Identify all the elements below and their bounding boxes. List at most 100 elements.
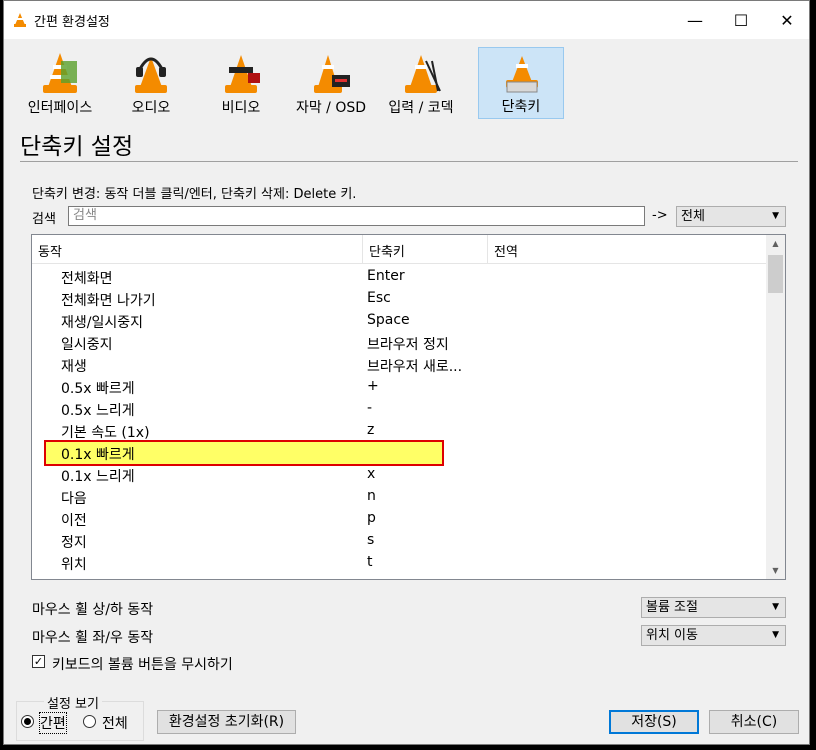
ignore-volume-keys-checkbox[interactable]: ✓ xyxy=(32,655,45,668)
table-row[interactable]: 재생 브라우저 새로... xyxy=(32,354,765,376)
hotkey-cell: Enter xyxy=(367,268,405,284)
action-cell: 전체화면 나가기 xyxy=(61,293,156,309)
action-cell: 0.1x 빠르게 xyxy=(61,447,135,463)
action-cell: 0.5x 빠르게 xyxy=(61,381,135,397)
wheel-leftright-select[interactable]: 위치 이동 ▼ xyxy=(641,625,786,646)
window-title: 간편 환경설정 xyxy=(34,15,110,30)
hotkey-cell: s xyxy=(367,532,375,548)
search-scope-value: 전체 xyxy=(681,209,705,224)
hint-text: 단축키 변경: 동작 더블 클릭/엔터, 단축키 삭제: Delete 키. xyxy=(32,187,357,202)
table-header: 동작 단축키 전역 xyxy=(32,235,767,264)
save-button[interactable]: 저장(S) xyxy=(609,710,699,734)
hotkey-cell: p xyxy=(367,510,376,526)
category-video[interactable]: 비디오 xyxy=(198,47,284,119)
interface-icon xyxy=(43,53,77,93)
hotkey-cell: 브라우저 정지 xyxy=(367,337,449,353)
table-row[interactable]: 0.1x 느리게 x xyxy=(32,464,765,486)
reset-preferences-button[interactable]: 환경설정 초기화(R) xyxy=(157,710,296,734)
action-cell: 이전 xyxy=(61,513,87,529)
all-radio-label[interactable]: 전체 xyxy=(102,713,128,733)
column-separator[interactable] xyxy=(487,235,488,263)
hotkey-table: 동작 단축키 전역 전체화면 Enter 전체화면 나가기 Esc 재생/일시중지 S… xyxy=(31,234,786,580)
table-row[interactable]: 이전 p xyxy=(32,508,765,530)
table-row[interactable]: 0.5x 빠르게 + xyxy=(32,376,765,398)
search-input[interactable]: 검색 xyxy=(68,206,645,226)
scrollbar-thumb[interactable] xyxy=(768,255,783,293)
hotkey-cell: z xyxy=(367,422,375,438)
wheel-leftright-value: 위치 이동 xyxy=(646,628,698,643)
audio-icon xyxy=(135,57,167,93)
hotkey-cell: t xyxy=(367,554,373,570)
action-cell: 정지 xyxy=(61,535,87,551)
action-cell: 기본 속도 (1x) xyxy=(61,425,150,441)
action-cell: 0.1x 느리게 xyxy=(61,469,135,485)
checkmark-icon: ✓ xyxy=(33,655,44,668)
maximize-button[interactable]: ☐ xyxy=(718,1,764,39)
column-header-global[interactable]: 전역 xyxy=(494,241,518,260)
action-cell: 전체화면 xyxy=(61,271,113,287)
action-cell: 위치 xyxy=(61,557,87,573)
show-settings-title: 설정 보기 xyxy=(44,693,102,712)
category-label: 오디오 xyxy=(131,100,171,116)
action-cell: 재생 xyxy=(61,359,87,375)
hotkey-cell: + xyxy=(367,378,379,394)
table-row-selected[interactable]: 0.1x 빠르게 xyxy=(44,440,444,466)
wheel-updown-select[interactable]: 볼륨 조절 ▼ xyxy=(641,597,786,618)
table-row[interactable]: 위치 t xyxy=(32,552,765,574)
all-radio[interactable] xyxy=(83,715,96,728)
minimize-icon: — xyxy=(687,10,703,30)
chevron-down-icon: ▼ xyxy=(772,211,779,221)
cancel-button[interactable]: 취소(C) xyxy=(709,710,799,734)
vertical-scrollbar[interactable]: ▲ ▼ xyxy=(766,235,785,579)
scroll-up-icon[interactable]: ▲ xyxy=(766,235,785,252)
minimize-button[interactable]: — xyxy=(672,1,718,39)
table-row[interactable]: 0.5x 느리게 - xyxy=(32,398,765,420)
category-label: 비디오 xyxy=(221,100,261,116)
vlc-cone-icon xyxy=(13,12,27,31)
hotkeys-icon xyxy=(506,56,538,93)
category-input-codecs[interactable]: 입력 / 코덱 xyxy=(378,47,464,119)
ignore-volume-keys-label: 키보드의 볼륨 버튼을 무시하기 xyxy=(52,657,233,673)
table-row[interactable]: 기본 속도 (1x) z xyxy=(32,420,765,442)
video-icon xyxy=(225,55,260,93)
category-interface[interactable]: 인터페이스 xyxy=(17,47,103,119)
table-row[interactable]: 전체화면 Enter xyxy=(32,266,765,288)
table-row[interactable]: 정지 s xyxy=(32,530,765,552)
simple-radio[interactable] xyxy=(21,715,34,728)
subtitles-icon xyxy=(314,55,350,93)
table-row[interactable]: 재생/일시중지 Space xyxy=(32,310,765,332)
search-scope-select[interactable]: 전체 ▼ xyxy=(676,206,786,227)
simple-radio-label[interactable]: 간편 xyxy=(39,712,67,734)
wheel-updown-label: 마우스 휠 상/하 동작 xyxy=(32,602,154,618)
category-subtitles[interactable]: 자막 / OSD xyxy=(288,47,374,119)
hotkey-cell: 브라우저 새로... xyxy=(367,359,463,375)
hotkey-cell: Space xyxy=(367,312,410,328)
category-label: 자막 / OSD xyxy=(295,100,367,116)
hotkey-cell: x xyxy=(367,466,376,482)
action-cell: 재생/일시중지 xyxy=(61,315,143,331)
column-separator[interactable] xyxy=(362,235,363,263)
close-button[interactable]: ✕ xyxy=(764,1,809,39)
input-codecs-icon xyxy=(405,55,441,93)
table-row[interactable]: 다음 n xyxy=(32,486,765,508)
category-label: 인터페이스 xyxy=(27,100,93,116)
category-hotkeys[interactable]: 단축키 xyxy=(478,47,564,119)
column-header-action[interactable]: 동작 xyxy=(38,241,62,260)
title-bar: 간편 환경설정 — ☐ ✕ xyxy=(4,1,809,39)
hotkey-cell: n xyxy=(367,488,376,504)
action-cell: 0.5x 느리게 xyxy=(61,403,135,419)
search-label: 검색 xyxy=(32,212,56,227)
maximize-icon: ☐ xyxy=(733,10,749,30)
table-row[interactable]: 전체화면 나가기 Esc xyxy=(32,288,765,310)
column-header-hotkey[interactable]: 단축키 xyxy=(369,241,405,260)
preferences-window: 간편 환경설정 — ☐ ✕ 인터페이스 오디오 비디오 자막 / OSD 입력 … xyxy=(3,0,810,745)
category-label: 단축키 xyxy=(501,99,541,115)
action-cell: 일시중지 xyxy=(61,337,113,353)
scroll-down-icon[interactable]: ▼ xyxy=(766,562,785,579)
search-arrow: -> xyxy=(652,208,668,223)
category-audio[interactable]: 오디오 xyxy=(108,47,194,119)
chevron-down-icon: ▼ xyxy=(772,602,779,612)
wheel-leftright-label: 마우스 휠 좌/우 동작 xyxy=(32,630,154,646)
table-row[interactable]: 일시중지 브라우저 정지 xyxy=(32,332,765,354)
page-title: 단축키 설정 xyxy=(20,134,134,160)
